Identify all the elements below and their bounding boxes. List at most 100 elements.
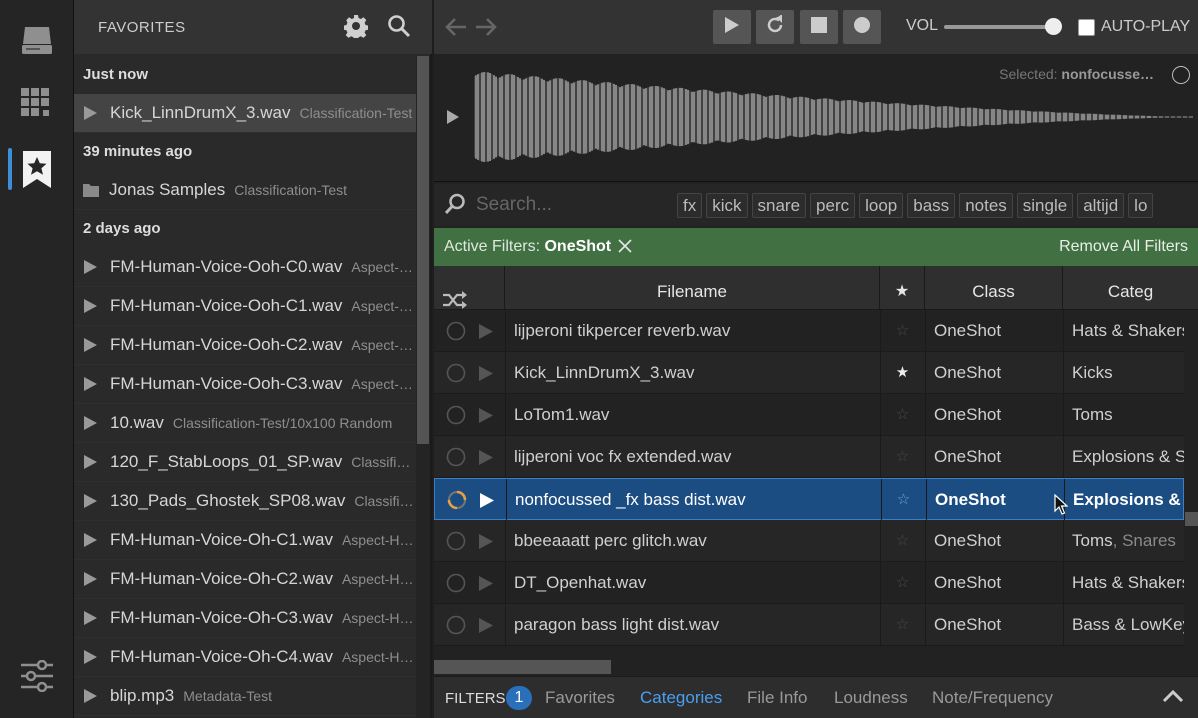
- favorite-item[interactable]: FM-Human-Voice-Oh-C2.wav Aspect-Human-Voi…: [74, 560, 416, 599]
- play-icon[interactable]: [479, 576, 493, 596]
- bottom-tab[interactable]: Note/Frequency: [932, 688, 1053, 708]
- favorite-item[interactable]: 10.wav Classification-Test/10x100 Random: [74, 404, 416, 443]
- play-icon[interactable]: [84, 377, 97, 391]
- table-vertical-scrollbar-thumb[interactable]: [1185, 512, 1198, 526]
- table-horizontal-scrollbar[interactable]: [434, 656, 1198, 676]
- play-icon[interactable]: [479, 450, 493, 470]
- table-vertical-scrollbar[interactable]: [1184, 310, 1198, 656]
- status-circle-icon[interactable]: [446, 447, 466, 472]
- play-icon[interactable]: [84, 494, 97, 508]
- table-row[interactable]: lijperoni voc fx extended.wav ☆ OneShot Exp…: [434, 436, 1184, 478]
- status-circle-icon[interactable]: [446, 573, 466, 598]
- play-icon[interactable]: [480, 493, 494, 513]
- table-horizontal-scrollbar-thumb[interactable]: [434, 660, 611, 674]
- favorite-item[interactable]: 130_Pads_Ghostek_SP08.wav Classification-…: [74, 482, 416, 521]
- rail-grid-button[interactable]: [0, 76, 74, 132]
- remove-filter-close-icon[interactable]: [618, 239, 632, 258]
- play-icon[interactable]: [84, 106, 97, 120]
- star-outline-icon[interactable]: ☆: [881, 479, 926, 521]
- search-icon[interactable]: [387, 14, 411, 43]
- category-column-header[interactable]: Categ: [1063, 266, 1198, 310]
- favorites-scrollbar[interactable]: [416, 56, 430, 718]
- play-button[interactable]: [713, 10, 751, 44]
- star-outline-icon[interactable]: ☆: [880, 520, 925, 562]
- waveform-display[interactable]: [474, 70, 1194, 164]
- favorite-item[interactable]: FM-Human-Voice-Ooh-C3.wav Aspect-Human-Vo…: [74, 365, 416, 404]
- favorite-item[interactable]: 120_F_StabLoops_01_SP.wav Classification-…: [74, 443, 416, 482]
- table-row[interactable]: Kick_LinnDrumX_3.wav ★ OneShot Kicks: [434, 352, 1184, 394]
- stop-button[interactable]: [800, 10, 838, 44]
- status-circle-icon[interactable]: [446, 363, 466, 388]
- gear-icon[interactable]: [343, 14, 369, 43]
- loop-button[interactable]: [756, 10, 794, 44]
- play-icon[interactable]: [84, 260, 97, 274]
- table-row[interactable]: LoTom1.wav ☆ OneShot Toms: [434, 394, 1184, 436]
- autoplay-label[interactable]: AUTO-PLAY: [1101, 18, 1190, 36]
- shuffle-column-header[interactable]: [434, 266, 505, 310]
- tag-chip[interactable]: notes: [959, 193, 1013, 218]
- bottom-tab[interactable]: Favorites: [545, 688, 615, 708]
- record-button[interactable]: [843, 10, 881, 44]
- play-icon[interactable]: [84, 338, 97, 352]
- rail-favorites-button[interactable]: [0, 142, 74, 198]
- tag-chip[interactable]: loop: [859, 193, 904, 218]
- play-icon[interactable]: [479, 324, 493, 344]
- favorite-item[interactable]: Jonas Samples Classification-Test: [74, 171, 416, 210]
- play-icon[interactable]: [84, 455, 97, 469]
- table-row[interactable]: paragon bass light dist.wav ☆ OneShot Bass …: [434, 604, 1184, 646]
- star-filled-icon[interactable]: ★: [880, 352, 925, 394]
- play-icon[interactable]: [84, 416, 97, 430]
- tag-chip[interactable]: fx: [677, 193, 703, 218]
- remove-all-filters-button[interactable]: Remove All Filters: [1059, 238, 1188, 256]
- table-row[interactable]: lijperoni tikpercer reverb.wav ☆ OneShot Ha…: [434, 310, 1184, 352]
- bottom-tab[interactable]: Categories: [640, 688, 722, 708]
- play-icon[interactable]: [84, 650, 97, 664]
- favorite-item[interactable]: FM-Human-Voice-Ooh-C2.wav Aspect-Human-Vo…: [74, 326, 416, 365]
- tag-chip[interactable]: bass: [907, 193, 956, 218]
- status-circle-icon[interactable]: [446, 615, 466, 640]
- chevron-up-icon[interactable]: [1162, 689, 1184, 708]
- status-circle-icon[interactable]: [446, 531, 466, 556]
- play-icon[interactable]: [479, 408, 493, 428]
- rail-settings-button[interactable]: [0, 648, 74, 704]
- autoplay-checkbox[interactable]: [1078, 19, 1095, 36]
- play-icon[interactable]: [84, 572, 97, 586]
- volume-slider-track[interactable]: [944, 25, 1056, 29]
- filters-label[interactable]: FILTERS: [445, 690, 506, 707]
- back-arrow-icon[interactable]: [444, 16, 468, 43]
- selected-status-circle-icon[interactable]: [1172, 66, 1190, 84]
- table-row[interactable]: bbeeaaatt perc glitch.wav ☆ OneShot Toms, S…: [434, 520, 1184, 562]
- play-icon[interactable]: [84, 299, 97, 313]
- star-outline-icon[interactable]: ☆: [880, 436, 925, 478]
- class-column-header[interactable]: Class: [925, 266, 1063, 310]
- favorite-item[interactable]: Kick_LinnDrumX_3.wav Classification-Test: [74, 94, 416, 133]
- star-outline-icon[interactable]: ☆: [880, 604, 925, 646]
- favorite-item[interactable]: FM-Human-Voice-Oh-C3.wav Aspect-Human-Voi…: [74, 599, 416, 638]
- play-icon[interactable]: [84, 689, 97, 703]
- tag-chip[interactable]: kick: [706, 193, 748, 218]
- play-icon[interactable]: [84, 533, 97, 547]
- tag-chip[interactable]: lo: [1128, 193, 1154, 218]
- active-filter-value[interactable]: OneShot: [544, 238, 611, 255]
- play-icon[interactable]: [479, 366, 493, 386]
- forward-arrow-icon[interactable]: [474, 16, 498, 43]
- favorite-item[interactable]: blip.mp3 Metadata-Test: [74, 677, 416, 716]
- bottom-tab[interactable]: Loudness: [834, 688, 908, 708]
- favorites-scrollbar-thumb[interactable]: [417, 56, 429, 444]
- table-row[interactable]: nonfocussed _fx bass dist.wav ☆ OneShot Exp…: [434, 478, 1184, 521]
- favorite-item[interactable]: FM-Human-Voice-Ooh-C1.wav Aspect-Human-Vo…: [74, 287, 416, 326]
- bottom-tab[interactable]: File Info: [747, 688, 807, 708]
- waveform-area[interactable]: Selected: nonfocusse…: [434, 56, 1198, 182]
- status-circle-icon[interactable]: [446, 321, 466, 346]
- play-icon[interactable]: [479, 618, 493, 638]
- filename-column-header[interactable]: Filename: [505, 266, 880, 310]
- waveform-play-icon[interactable]: [446, 109, 460, 130]
- tag-chip[interactable]: altijd: [1077, 193, 1125, 218]
- search-input[interactable]: [476, 192, 666, 218]
- loading-spinner-icon[interactable]: [447, 490, 467, 515]
- star-outline-icon[interactable]: ☆: [880, 562, 925, 604]
- status-circle-icon[interactable]: [446, 405, 466, 430]
- volume-slider-handle[interactable]: [1045, 18, 1062, 35]
- table-row[interactable]: DT_Openhat.wav ☆ OneShot Hats & Shakers: [434, 562, 1184, 604]
- tag-chip[interactable]: single: [1016, 193, 1074, 218]
